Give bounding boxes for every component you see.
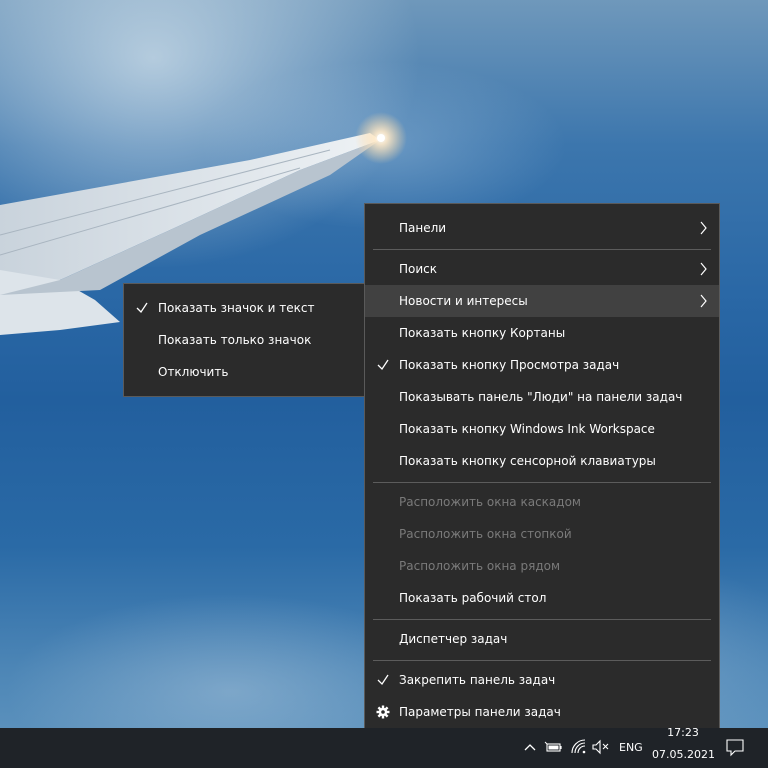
- menu-item-news-interests[interactable]: Новости и интересы: [365, 285, 719, 317]
- menu-item-label: Расположить окна каскадом: [399, 495, 581, 509]
- menu-item-label: Расположить окна стопкой: [399, 527, 572, 541]
- menu-item-label: Показать кнопку Просмотра задач: [399, 358, 620, 372]
- menu-item-label: Показать кнопку Windows Ink Workspace: [399, 422, 655, 436]
- menu-item-label: Показать кнопку сенсорной клавиатуры: [399, 454, 656, 468]
- submenu-item-disable[interactable]: Отключить: [124, 356, 366, 388]
- news-interests-submenu: Показать значок и текст Показать только …: [123, 283, 367, 397]
- language-indicator[interactable]: ENG: [619, 728, 643, 768]
- battery-icon[interactable]: [543, 736, 565, 758]
- menu-item-label: Параметры панели задач: [399, 705, 561, 719]
- submenu-item-label: Показать только значок: [158, 333, 312, 347]
- menu-separator: [373, 619, 711, 620]
- menu-item-label: Закрепить панель задач: [399, 673, 556, 687]
- menu-item-stack-windows: Расположить окна стопкой: [365, 518, 719, 550]
- submenu-item-show-icon-only[interactable]: Показать только значок: [124, 324, 366, 356]
- clock-date: 07.05.2021: [652, 748, 715, 761]
- chevron-right-icon: [700, 262, 707, 276]
- menu-item-lock-taskbar[interactable]: Закрепить панель задач: [365, 664, 719, 696]
- chevron-right-icon: [700, 221, 707, 235]
- menu-item-taskbar-settings[interactable]: Параметры панели задач: [365, 696, 719, 728]
- wifi-icon[interactable]: [568, 736, 590, 758]
- submenu-item-show-icon-text[interactable]: Показать значок и текст: [124, 292, 366, 324]
- submenu-item-label: Отключить: [158, 365, 229, 379]
- menu-item-show-task-view[interactable]: Показать кнопку Просмотра задач: [365, 349, 719, 381]
- menu-item-show-desktop[interactable]: Показать рабочий стол: [365, 582, 719, 614]
- submenu-item-label: Показать значок и текст: [158, 301, 315, 315]
- taskbar[interactable]: ENG 17:23 07.05.2021: [0, 726, 768, 768]
- menu-item-show-ink-workspace[interactable]: Показать кнопку Windows Ink Workspace: [365, 413, 719, 445]
- menu-item-label: Поиск: [399, 262, 438, 276]
- gear-icon: [376, 705, 390, 719]
- check-icon: [377, 674, 389, 686]
- menu-item-label: Расположить окна рядом: [399, 559, 561, 573]
- notification-icon[interactable]: [724, 736, 746, 758]
- menu-item-label: Диспетчер задач: [399, 632, 508, 646]
- check-icon: [377, 359, 389, 371]
- check-icon: [136, 302, 148, 314]
- menu-separator: [373, 249, 711, 250]
- menu-separator: [373, 482, 711, 483]
- menu-item-label: Новости и интересы: [399, 294, 528, 308]
- menu-separator: [373, 660, 711, 661]
- menu-item-side-by-side-windows: Расположить окна рядом: [365, 550, 719, 582]
- volume-muted-icon[interactable]: [590, 736, 612, 758]
- taskbar-context-menu: Панели Поиск Новости и интересы Показать…: [364, 203, 720, 737]
- menu-item-show-touch-keyboard[interactable]: Показать кнопку сенсорной клавиатуры: [365, 445, 719, 477]
- menu-item-label: Панели: [399, 221, 447, 235]
- clock-time: 17:23: [667, 726, 699, 739]
- menu-item-label: Показывать панель "Люди" на панели задач: [399, 390, 683, 404]
- chevron-right-icon: [700, 294, 707, 308]
- menu-item-label: Показать рабочий стол: [399, 591, 547, 605]
- menu-item-label: Показать кнопку Кортаны: [399, 326, 566, 340]
- chevron-up-icon[interactable]: [519, 736, 541, 758]
- menu-item-panels[interactable]: Панели: [365, 212, 719, 244]
- menu-item-cascade-windows: Расположить окна каскадом: [365, 486, 719, 518]
- menu-item-show-cortana[interactable]: Показать кнопку Кортаны: [365, 317, 719, 349]
- menu-item-search[interactable]: Поиск: [365, 253, 719, 285]
- menu-item-task-manager[interactable]: Диспетчер задач: [365, 623, 719, 655]
- menu-item-show-people[interactable]: Показывать панель "Люди" на панели задач: [365, 381, 719, 413]
